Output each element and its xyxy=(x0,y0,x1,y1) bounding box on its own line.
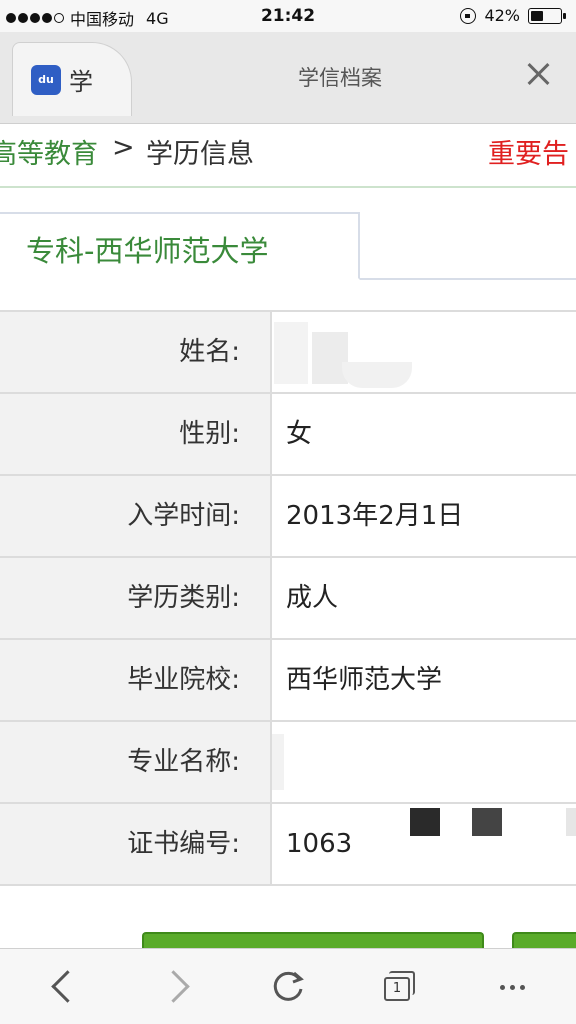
row-label-gender: 性别: xyxy=(0,394,272,474)
redacted-block xyxy=(342,362,412,388)
back-icon[interactable] xyxy=(42,967,82,1007)
breadcrumb-parent-link[interactable]: 高等教育 xyxy=(0,132,98,171)
table-row: 性别: 女 xyxy=(0,394,576,476)
table-row: 毕业院校: 西华师范大学 xyxy=(0,640,576,722)
tabs-count-label: 1 xyxy=(384,977,410,1001)
row-value-major xyxy=(272,722,576,802)
row-label-major: 专业名称: xyxy=(0,722,272,802)
table-row: 学历类别: 成人 xyxy=(0,558,576,640)
browser-toolbar: 1 xyxy=(0,948,576,1024)
row-value-school: 西华师范大学 xyxy=(286,665,443,695)
more-icon[interactable] xyxy=(492,967,532,1007)
status-right: 42% xyxy=(460,6,566,25)
refresh-icon[interactable] xyxy=(268,967,308,1007)
important-notice-link[interactable]: 重要告 xyxy=(488,132,569,171)
battery-percent: 42% xyxy=(484,6,520,25)
row-label-certificate-number: 证书编号: xyxy=(0,804,272,884)
redacted-block xyxy=(312,332,348,384)
browser-tab-bar: du 学 学信档案 xyxy=(0,32,576,124)
close-icon[interactable] xyxy=(524,60,552,88)
section-tab-row: 专科-西华师范大学 xyxy=(0,212,576,280)
table-row: 专业名称: xyxy=(0,722,576,804)
table-row: 入学时间: 2013年2月1日 xyxy=(0,476,576,558)
certificate-number-value: 1063 xyxy=(286,829,353,859)
tab-degree-record[interactable]: 专科-西华师范大学 xyxy=(0,212,360,280)
row-value-enroll-date: 2013年2月1日 xyxy=(286,501,464,531)
forward-icon[interactable] xyxy=(158,967,198,1007)
battery-icon xyxy=(528,7,566,24)
baidu-paw-icon: du xyxy=(31,64,61,95)
page-title: 学信档案 xyxy=(298,66,382,90)
redacted-block xyxy=(272,734,284,790)
browser-tab-label: 学 xyxy=(69,68,93,96)
row-value-gender: 女 xyxy=(286,419,313,449)
redacted-block xyxy=(410,808,440,836)
row-label-school: 毕业院校: xyxy=(0,640,272,720)
table-row: 姓名: xyxy=(0,312,576,394)
table-row: 证书编号: 1063 xyxy=(0,804,576,886)
row-label-enroll-date: 入学时间: xyxy=(0,476,272,556)
orientation-lock-icon xyxy=(460,7,477,24)
status-bar: 中国移动 4G 21:42 42% xyxy=(0,0,576,32)
row-label-name: 姓名: xyxy=(0,312,272,392)
row-label-degree-type: 学历类别: xyxy=(0,558,272,638)
breadcrumb: 高等教育 > 学历信息 重要告 xyxy=(0,124,576,188)
row-value-degree-type: 成人 xyxy=(286,583,339,613)
breadcrumb-current: 学历信息 xyxy=(146,139,254,170)
row-value-certificate-number: 1063 xyxy=(272,804,576,884)
browser-tab-baidu[interactable]: du 学 xyxy=(12,42,132,116)
row-value-name xyxy=(272,312,576,392)
breadcrumb-separator: > xyxy=(112,132,135,163)
redacted-block xyxy=(274,322,308,384)
redacted-block xyxy=(566,808,576,836)
tabs-count-icon[interactable]: 1 xyxy=(378,967,418,1007)
info-table: 姓名: 性别: 女 入学时间: 2013年2月1日 学历类别: 成人 毕业院校:… xyxy=(0,310,576,886)
redacted-block xyxy=(472,808,502,836)
battery-fill xyxy=(531,10,543,21)
